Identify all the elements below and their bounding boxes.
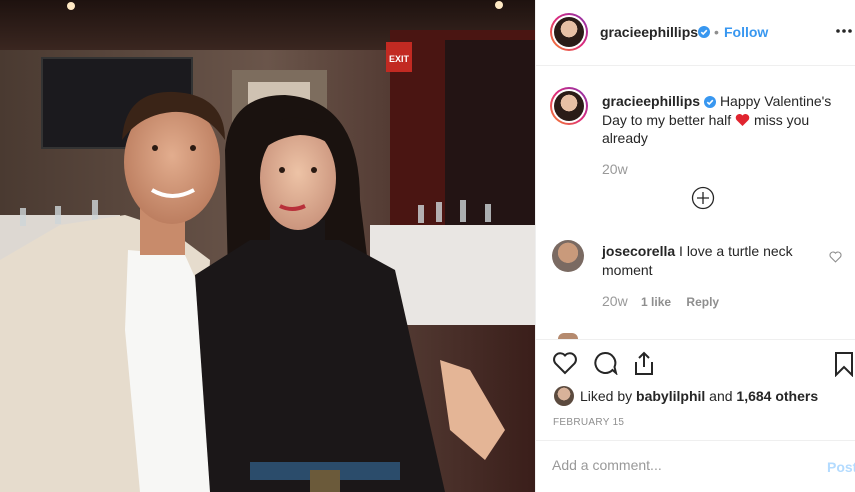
liked-by-prefix: Liked by xyxy=(580,388,633,404)
add-comment-bar: Post xyxy=(536,440,855,492)
follow-button[interactable]: Follow xyxy=(724,24,768,40)
comment-meta: 20w 1 like Reply xyxy=(602,293,719,309)
instagram-post: EXIT gracieephillips • Follow gracieephi… xyxy=(0,0,855,492)
liked-by-summary: Liked by babylilphil and 1,684 others xyxy=(580,388,818,404)
header-separator: • xyxy=(714,24,719,40)
comment-age[interactable]: 20w xyxy=(602,293,628,309)
add-comment-input[interactable] xyxy=(552,457,802,473)
comment-like-heart-icon[interactable] xyxy=(829,251,842,263)
comment-reply-button[interactable]: Reply xyxy=(686,295,719,309)
comment-bubble-icon[interactable] xyxy=(592,351,618,375)
caption-age[interactable]: 20w xyxy=(602,161,628,177)
caption-text: gracieephillips Happy Valentine's Day to… xyxy=(602,92,838,148)
comment-likes[interactable]: 1 like xyxy=(641,295,671,309)
like-heart-icon[interactable] xyxy=(552,351,578,375)
author-username[interactable]: gracieephillips xyxy=(600,24,698,40)
photo-illustration: EXIT xyxy=(0,0,535,492)
verified-badge-icon xyxy=(704,96,717,108)
liked-by-and: and xyxy=(709,388,733,404)
author-avatar[interactable] xyxy=(550,13,588,51)
exit-sign-text: EXIT xyxy=(389,54,410,64)
actions-divider xyxy=(536,339,855,341)
share-icon[interactable] xyxy=(632,350,656,376)
caption-avatar[interactable] xyxy=(550,87,588,125)
load-more-comments-icon[interactable] xyxy=(691,186,715,210)
post-photo[interactable]: EXIT xyxy=(0,0,535,492)
save-bookmark-icon[interactable] xyxy=(834,351,854,377)
heart-emoji-icon xyxy=(735,113,750,126)
comment-username[interactable]: josecorella xyxy=(602,243,675,259)
verified-badge-icon xyxy=(698,26,710,38)
comment-avatar[interactable] xyxy=(552,240,584,272)
liked-by-user[interactable]: babylilphil xyxy=(636,388,705,404)
post-date[interactable]: FEBRUARY 15 xyxy=(553,417,624,428)
comment-text: josecorella I love a turtle neck moment xyxy=(602,242,822,279)
post-sidebar: gracieephillips • Follow gracieephillips… xyxy=(535,0,855,492)
post-comment-button[interactable]: Post xyxy=(827,459,855,475)
more-options-icon[interactable] xyxy=(836,29,852,33)
liked-by-avatar[interactable] xyxy=(554,386,574,406)
likes-count[interactable]: 1,684 others xyxy=(736,388,818,404)
post-header: gracieephillips • Follow xyxy=(536,0,855,66)
caption-username[interactable]: gracieephillips xyxy=(602,93,700,109)
